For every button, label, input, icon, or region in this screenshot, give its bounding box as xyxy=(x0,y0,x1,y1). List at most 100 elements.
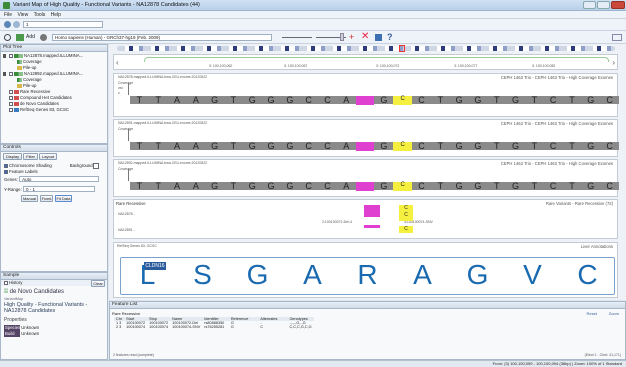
forward-icon[interactable] xyxy=(13,21,20,28)
x-icon[interactable]: ✕ xyxy=(361,31,369,42)
deletion-marker[interactable] xyxy=(364,205,380,217)
base-T: T xyxy=(437,181,444,191)
ruler-tick: 3: 100,100,072 xyxy=(376,64,400,68)
scroll-left-icon[interactable]: ‹ xyxy=(116,58,119,67)
reset-link[interactable]: Reset xyxy=(587,311,597,316)
maximize-button[interactable] xyxy=(597,1,610,9)
scroll-right-icon[interactable]: › xyxy=(612,58,615,67)
navigation-toolbar: 1 3: 100,100,059 - 100,100,094 xyxy=(0,19,626,48)
checkbox[interactable] xyxy=(9,107,13,112)
history-checkbox[interactable] xyxy=(4,280,8,285)
controls-header: Controls xyxy=(1,145,107,152)
base-C: C xyxy=(305,95,312,105)
menu-bar: File View Tools Help xyxy=(0,11,626,19)
dna-icon: ⁞⁞ xyxy=(4,289,8,295)
y-range-row: Y-Range: 0 - 1 xyxy=(1,186,107,193)
base-A: A xyxy=(174,95,181,105)
track-na12878[interactable]: NA12878.mapped.ILLUMINA.bwa.CEU.exome.20… xyxy=(113,73,619,117)
checkbox[interactable] xyxy=(9,101,13,106)
refseq-track[interactable]: RefSeq Genes 83, GCSC Liver Annotations … xyxy=(113,242,618,298)
coverage-label: Coverage xyxy=(118,81,134,85)
checkbox[interactable] xyxy=(9,53,13,58)
rare-title: Rare Recessive xyxy=(116,201,146,206)
track-na12892[interactable]: NA12892.mapped.ILLUMINA.bwa.CEU.exome.20… xyxy=(113,159,619,197)
minimize-button[interactable] xyxy=(583,1,596,9)
checkbox[interactable] xyxy=(9,89,13,94)
genes-select[interactable]: Auto xyxy=(19,176,100,183)
refseq-right: Liver Annotations xyxy=(580,244,613,249)
tree-item-refseq[interactable]: RefSeq Genes 83, GCSC xyxy=(3,107,105,113)
search-icon[interactable] xyxy=(4,34,11,41)
menu-help[interactable]: Help xyxy=(51,12,61,18)
base-G: G xyxy=(286,181,294,191)
coverage-tick: 250 xyxy=(118,86,124,90)
feature-summary: (Elect 1 - Chr#: 41,171) xyxy=(584,353,621,357)
refresh-icon[interactable] xyxy=(375,34,382,41)
zoom-link[interactable]: Zoom xyxy=(609,311,619,316)
base-A: A xyxy=(343,141,350,151)
expand-icon[interactable] xyxy=(3,71,8,76)
base-C: C xyxy=(418,181,425,191)
help-icon[interactable]: ? xyxy=(387,32,393,42)
clear-button[interactable]: Clear xyxy=(91,280,105,287)
zoom-select[interactable]: 1 xyxy=(23,21,103,28)
sample-heading: High Quality - Functional Variants - NA1… xyxy=(4,302,88,314)
base-C: C xyxy=(324,95,331,105)
menu-file[interactable]: File xyxy=(4,12,12,18)
deletion-marker[interactable] xyxy=(364,225,380,228)
checkbox[interactable] xyxy=(9,71,13,76)
add-icon[interactable] xyxy=(16,34,24,41)
feature-labels-checkbox[interactable] xyxy=(4,170,8,174)
menu-tools[interactable]: Tools xyxy=(34,12,46,18)
coverage-axis xyxy=(128,129,129,141)
fit-data-button[interactable]: Fit Data xyxy=(55,195,72,203)
base-T: T xyxy=(493,181,500,191)
expand-icon[interactable] xyxy=(3,53,8,58)
plus-icon[interactable]: + xyxy=(349,32,354,42)
tab-layout[interactable]: Layout xyxy=(39,153,58,160)
genome-select[interactable]: Homo sapiens (Human) - GRCh37-hg19 (Feb.… xyxy=(52,34,272,41)
menu-view[interactable]: View xyxy=(17,12,28,18)
base-A: A xyxy=(192,95,199,105)
fixed-button[interactable]: Fixed xyxy=(40,195,53,203)
close-button[interactable] xyxy=(611,1,625,9)
rare-recessive-track[interactable]: Rare Recessive Rare Variants - Rare Rece… xyxy=(113,199,618,239)
amino-acid-G: G xyxy=(466,259,489,290)
base-G: G xyxy=(267,181,275,191)
base-C: C xyxy=(393,182,413,191)
ruler[interactable]: ‹ › 3: 100,100,062 3: 100,100,067 3: 100… xyxy=(113,54,618,70)
base-C: C xyxy=(606,95,613,105)
zoom-slider-track[interactable] xyxy=(282,37,312,38)
background-swatch[interactable] xyxy=(92,163,99,169)
shading-checkbox[interactable] xyxy=(4,164,8,168)
back-icon[interactable] xyxy=(4,21,11,28)
zoom-slider-handle[interactable] xyxy=(340,33,344,41)
tab-filter[interactable]: Filter xyxy=(23,153,39,160)
tab-display[interactable]: Display xyxy=(3,153,23,160)
y-range-select[interactable]: 0 - 1 xyxy=(22,186,95,193)
ideogram-marker xyxy=(399,45,405,52)
base-C: C xyxy=(549,181,557,191)
gene-icon xyxy=(14,107,19,112)
checkbox[interactable] xyxy=(9,95,13,100)
base-A: A xyxy=(174,141,181,151)
sample-panel: Sample History Clear ⁞⁞ de Novo Candidate… xyxy=(0,272,108,360)
track-name: CEPH 1463 Trio - CEPH 1463 Trio - High C… xyxy=(500,161,613,166)
base-C: C xyxy=(393,96,413,105)
snv-marker[interactable]: C xyxy=(399,226,413,233)
layout-icon[interactable] xyxy=(612,34,622,41)
base-T: T xyxy=(230,141,237,151)
base-G: G xyxy=(512,141,520,151)
coverage-icon xyxy=(17,77,22,82)
coverage-axis xyxy=(128,169,129,181)
manual-button[interactable]: Manual xyxy=(21,195,38,203)
rare-row-label: NA12891 - xyxy=(118,228,135,232)
chromosome-ideogram[interactable] xyxy=(117,46,615,51)
table-row[interactable]: 2 3 100100074 100100074 100100074-SNV rs… xyxy=(114,325,314,329)
track-na12891[interactable]: NA12891.mapped.ILLUMINA.bwa.CEU.exome.20… xyxy=(113,119,619,157)
snv-marker[interactable]: CC xyxy=(399,205,413,221)
base-A: A xyxy=(192,141,199,151)
status-right: From: (3) 100,100,059 - 100,100,094 (36b… xyxy=(492,361,622,366)
add-label[interactable]: Add xyxy=(26,34,35,40)
gear-icon[interactable] xyxy=(40,34,47,41)
